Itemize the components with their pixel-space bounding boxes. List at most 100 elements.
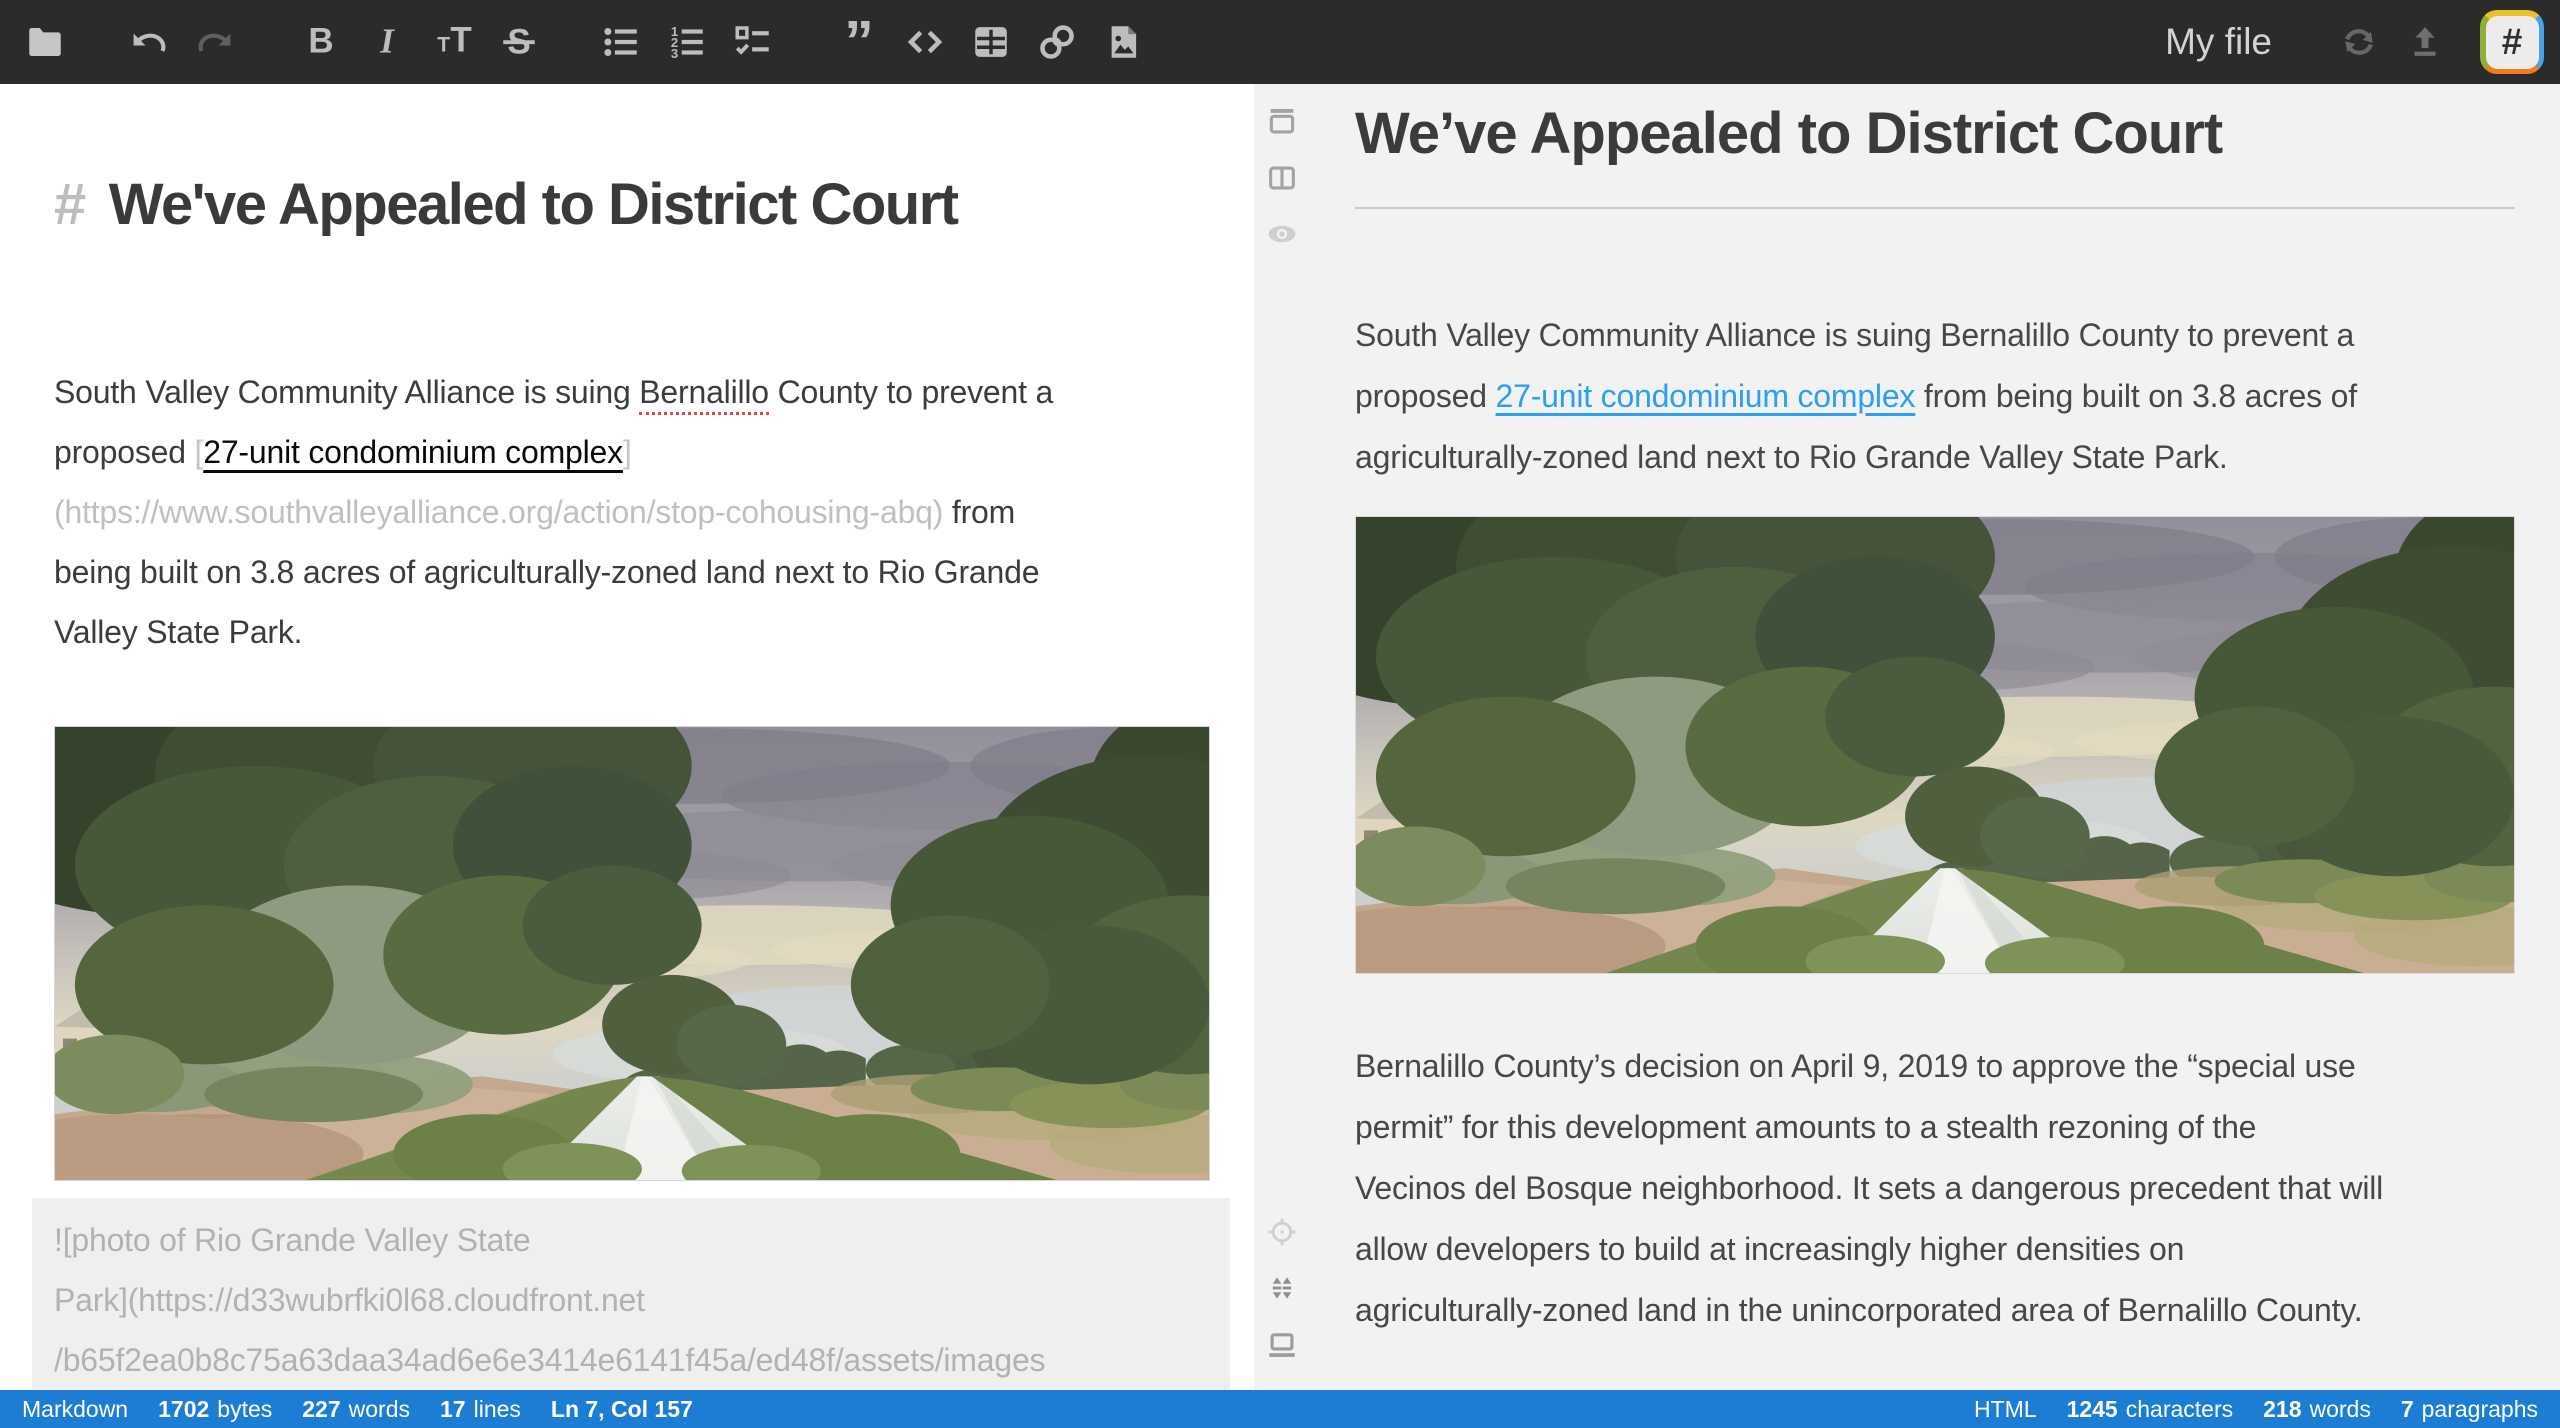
editor-heading: #We've Appealed to District Court bbox=[54, 170, 1210, 240]
side-preview-toggle-button[interactable] bbox=[1260, 156, 1304, 200]
navigation-bar-toggle-icon bbox=[1265, 105, 1299, 139]
lines-stat: 17lines bbox=[440, 1396, 521, 1423]
editor-line: Valley State Park. bbox=[54, 602, 1210, 662]
editor-text: from bbox=[943, 494, 1015, 530]
svg-text:3: 3 bbox=[671, 46, 678, 61]
markdown-link-text: 27-unit condominium complex bbox=[203, 434, 623, 470]
markdown-editor-app: B I TT S 123 ” My file # #We've Appealed… bbox=[0, 0, 2560, 1428]
undo-icon bbox=[128, 21, 170, 63]
sync-button[interactable] bbox=[2326, 0, 2392, 84]
undo-button[interactable] bbox=[116, 0, 182, 84]
status-bar-toggle-icon bbox=[1265, 1327, 1299, 1361]
paragraphs-stat: 7paragraphs bbox=[2401, 1396, 2538, 1423]
bold-button[interactable]: B bbox=[288, 0, 354, 84]
focus-mode-button[interactable] bbox=[1260, 1210, 1304, 1254]
river-canal-photo bbox=[1356, 517, 2514, 973]
editor-pane[interactable]: #We've Appealed to District Court South … bbox=[0, 84, 1254, 1390]
lines-value: 17 bbox=[440, 1396, 466, 1423]
redo-button[interactable] bbox=[182, 0, 248, 84]
editor-line: proposed [27-unit condominium complex] bbox=[54, 422, 1210, 482]
editor-line: (https://www.southvalleyalliance.org/act… bbox=[54, 482, 1210, 542]
blockquote-button[interactable]: ” bbox=[826, 0, 892, 84]
preview-gutter bbox=[1254, 84, 1310, 1390]
editor-line: ![photo of Rio Grande Valley State bbox=[54, 1210, 1230, 1270]
preview-eye-button[interactable] bbox=[1260, 212, 1304, 256]
markdown-hash-token: # bbox=[54, 172, 85, 237]
editor-text: County to prevent a bbox=[769, 374, 1053, 410]
editor-line: South Valley Community Alliance is suing… bbox=[54, 362, 1210, 422]
words-unit: words bbox=[2309, 1396, 2370, 1423]
table-icon bbox=[970, 21, 1012, 63]
preview-pane: We’ve Appealed to District Court South V… bbox=[1254, 84, 2560, 1390]
image-button[interactable] bbox=[1090, 0, 1156, 84]
heading-button[interactable]: TT bbox=[420, 0, 486, 84]
scroll-sync-button[interactable] bbox=[1260, 1266, 1304, 1310]
preview-line: proposed 27-unit condominium complex fro… bbox=[1355, 366, 2515, 427]
checklist-button[interactable] bbox=[720, 0, 786, 84]
sync-icon bbox=[2338, 21, 2380, 63]
bytes-value: 1702 bbox=[158, 1396, 209, 1423]
condominium-complex-link[interactable]: 27-unit condominium complex bbox=[1496, 378, 1916, 414]
bytes-unit: bytes bbox=[217, 1396, 272, 1423]
preview-line: agriculturally-zoned land in the unincor… bbox=[1355, 1280, 2515, 1341]
scroll-sync-icon bbox=[1265, 1271, 1299, 1305]
heading-icon: TT bbox=[432, 21, 474, 63]
preview-paragraph-1: South Valley Community Alliance is suing… bbox=[1355, 305, 2515, 488]
publish-button[interactable] bbox=[2392, 0, 2458, 84]
logo-hash-icon: # bbox=[2486, 16, 2539, 69]
blockquote-icon: ” bbox=[838, 21, 880, 63]
characters-unit: characters bbox=[2126, 1396, 2233, 1423]
markdown-url-token: (https://www.southvalleyalliance.org/act… bbox=[54, 494, 943, 530]
words-stat: 218words bbox=[2263, 1396, 2371, 1423]
svg-text:B: B bbox=[308, 22, 333, 61]
preview-content: We’ve Appealed to District Court South V… bbox=[1310, 84, 2560, 1390]
focus-mode-icon bbox=[1265, 1215, 1299, 1249]
ordered-list-icon: 123 bbox=[666, 21, 708, 63]
markdown-bracket-token: ] bbox=[623, 434, 632, 470]
river-canal-photo bbox=[55, 727, 1209, 1180]
misspelled-word: Bernalillo bbox=[639, 374, 769, 415]
preview-line: agriculturally-zoned land next to Rio Gr… bbox=[1355, 427, 2515, 488]
image-markdown-block: ![photo of Rio Grande Valley State Park]… bbox=[32, 1198, 1230, 1390]
side-preview-toggle-icon bbox=[1265, 161, 1299, 195]
bytes-stat: 1702 bytes bbox=[158, 1396, 272, 1423]
status-left: Markdown 1702bytes 227words 17lines Ln 7… bbox=[22, 1396, 693, 1423]
format-label: Markdown bbox=[22, 1396, 128, 1423]
publish-icon bbox=[2404, 21, 2446, 63]
preview-heading: We’ve Appealed to District Court bbox=[1355, 98, 2515, 209]
ordered-list-button[interactable]: 123 bbox=[654, 0, 720, 84]
markdown-bracket-token: [ bbox=[195, 434, 204, 470]
svg-text:”: ” bbox=[844, 21, 874, 63]
folder-button[interactable] bbox=[12, 0, 78, 84]
table-button[interactable] bbox=[958, 0, 1024, 84]
code-button[interactable] bbox=[892, 0, 958, 84]
unordered-list-icon bbox=[600, 21, 642, 63]
navigation-bar-toggle-button[interactable] bbox=[1260, 100, 1304, 144]
split-view: #We've Appealed to District Court South … bbox=[0, 84, 2560, 1390]
italic-button[interactable]: I bbox=[354, 0, 420, 84]
svg-text:I: I bbox=[379, 22, 395, 61]
preview-line: allow developers to build at increasingl… bbox=[1355, 1219, 2515, 1280]
redo-icon bbox=[194, 21, 236, 63]
strikethrough-button[interactable]: S bbox=[486, 0, 552, 84]
status-right: HTML 1245characters 218words 7paragraphs bbox=[1944, 1396, 2538, 1423]
characters-stat: 1245characters bbox=[2067, 1396, 2234, 1423]
gutter-bottom-group bbox=[1260, 1204, 1304, 1372]
svg-text:T: T bbox=[450, 21, 471, 60]
unordered-list-button[interactable] bbox=[588, 0, 654, 84]
code-icon bbox=[904, 21, 946, 63]
toolbar: B I TT S 123 ” My file # bbox=[0, 0, 2560, 84]
status-bar-toggle-button[interactable] bbox=[1260, 1322, 1304, 1366]
image-icon bbox=[1102, 21, 1144, 63]
italic-icon: I bbox=[366, 21, 408, 63]
gutter-top-group bbox=[1260, 94, 1304, 262]
paragraphs-value: 7 bbox=[2401, 1396, 2414, 1423]
editor-line: being built on 3.8 acres of agricultural… bbox=[54, 542, 1210, 602]
cursor-position: Ln 7, Col 157 bbox=[551, 1396, 693, 1423]
app-menu-button[interactable]: # bbox=[2480, 10, 2544, 74]
file-title[interactable]: My file bbox=[2165, 21, 2272, 63]
link-button[interactable] bbox=[1024, 0, 1090, 84]
editor-line: Park](https://d33wubrfki0l68.cloudfront.… bbox=[54, 1270, 1230, 1330]
preview-line: South Valley Community Alliance is suing… bbox=[1355, 305, 2515, 366]
preview-image bbox=[1355, 516, 2515, 974]
